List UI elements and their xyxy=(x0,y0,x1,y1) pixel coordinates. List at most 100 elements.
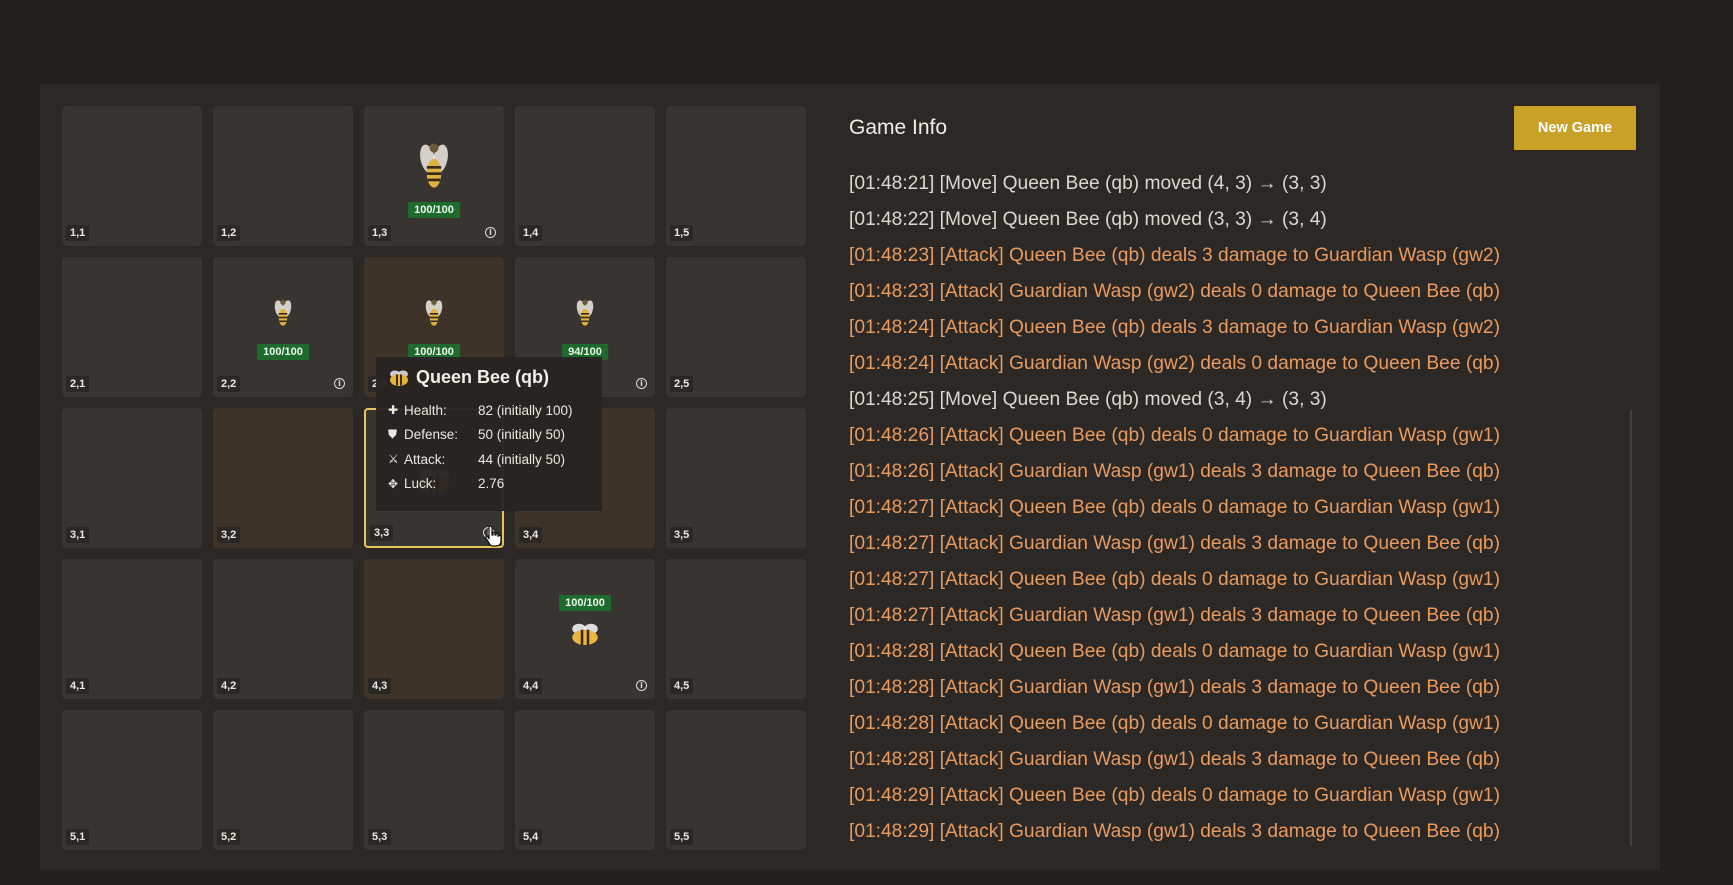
cell-coordinate: 5,3 xyxy=(368,829,392,845)
board-cell[interactable]: 4,1 xyxy=(62,559,202,699)
wasp-icon xyxy=(574,297,596,334)
tooltip-title-row: Queen Bee (qb) xyxy=(388,367,590,388)
tooltip-stat-defense: ⛊ Defense: 50 (initially 50) xyxy=(388,423,590,448)
stat-value: 50 (initially 50) xyxy=(478,427,566,443)
log-scrollbar[interactable] xyxy=(1630,410,1632,846)
log-entry: [01:48:23] [Attack] Guardian Wasp (gw2) … xyxy=(849,281,1500,302)
unit-tooltip: Queen Bee (qb) ✚ Health: 82 (initially 1… xyxy=(376,357,602,511)
move-icon: ✥ xyxy=(388,476,399,491)
tooltip-title: Queen Bee (qb) xyxy=(416,367,550,387)
stat-value: 44 (initially 50) xyxy=(478,451,566,467)
bee-icon xyxy=(568,621,602,652)
bee-icon xyxy=(390,370,408,386)
log-entry: [01:48:29] [Attack] Queen Bee (qb) deals… xyxy=(849,785,1500,806)
sword-icon: ⚔ xyxy=(388,452,399,467)
cell-coordinate: 4,5 xyxy=(670,678,694,694)
board-cell[interactable]: 5,3 xyxy=(364,710,504,850)
cell-coordinate: 4,1 xyxy=(66,678,90,694)
wasp-icon xyxy=(423,297,445,334)
cell-coordinate: 5,5 xyxy=(670,829,694,845)
cell-coordinate: 1,2 xyxy=(217,225,241,241)
board-cell[interactable]: 3,1 xyxy=(62,408,202,548)
board-cell[interactable]: 3,5 xyxy=(666,408,806,548)
cell-coordinate: 2,5 xyxy=(670,376,694,392)
log-entry: [01:48:28] [Attack] Queen Bee (qb) deals… xyxy=(849,713,1500,734)
board-cell[interactable]: 5,2 xyxy=(213,710,353,850)
cell-coordinate: 4,4 xyxy=(519,678,543,694)
log-entry: [01:48:26] [Attack] Guardian Wasp (gw1) … xyxy=(849,461,1500,482)
cell-coordinate: 3,3 xyxy=(370,525,394,541)
cell-coordinate: 3,5 xyxy=(670,527,694,543)
cell-coordinate: 2,1 xyxy=(66,376,90,392)
board-cell[interactable]: 5,5 xyxy=(666,710,806,850)
cell-coordinate: 1,4 xyxy=(519,225,543,241)
log-entry: [01:48:25] [Move] Queen Bee (qb) moved (… xyxy=(849,389,1327,410)
health-badge: 100/100 xyxy=(257,344,309,360)
board-cell[interactable]: 4,5 xyxy=(666,559,806,699)
log-entry: [01:48:24] [Attack] Queen Bee (qb) deals… xyxy=(849,317,1500,338)
log-entry: [01:48:29] [Attack] Guardian Wasp (gw1) … xyxy=(849,821,1500,842)
info-icon[interactable]: i xyxy=(636,378,647,389)
cell-coordinate: 1,1 xyxy=(66,225,90,241)
board-cell[interactable]: 3,2 xyxy=(213,408,353,548)
stat-value: 82 (initially 100) xyxy=(478,402,573,418)
game-info-title: Game Info xyxy=(849,116,948,139)
cell-coordinate: 1,5 xyxy=(670,225,694,241)
board-cell[interactable]: 100/100 i 2,2 xyxy=(213,257,353,397)
log-entry: [01:48:27] [Attack] Guardian Wasp (gw1) … xyxy=(849,605,1500,626)
board-cell[interactable]: 1,5 xyxy=(666,106,806,246)
health-badge: 100/100 xyxy=(559,595,611,611)
board-cell[interactable]: 1,4 xyxy=(515,106,655,246)
log-entry: [01:48:28] [Attack] Guardian Wasp (gw1) … xyxy=(849,677,1500,698)
stat-value: 2.76 xyxy=(478,476,505,492)
cell-coordinate: 5,2 xyxy=(217,829,241,845)
log-entry: [01:48:24] [Attack] Guardian Wasp (gw2) … xyxy=(849,353,1500,374)
cell-coordinate: 4,2 xyxy=(217,678,241,694)
new-game-button[interactable]: New Game xyxy=(1514,106,1636,150)
cell-coordinate: 5,4 xyxy=(519,829,543,845)
stat-label: Health: xyxy=(404,402,447,418)
cell-coordinate: 1,3 xyxy=(368,225,392,241)
board-cell[interactable]: 5,4 xyxy=(515,710,655,850)
stat-label: Luck: xyxy=(404,476,437,492)
plus-icon: ✚ xyxy=(388,403,399,418)
cell-coordinate: 4,3 xyxy=(368,678,392,694)
cell-coordinate: 3,1 xyxy=(66,527,90,543)
board-cell[interactable]: 1,1 xyxy=(62,106,202,246)
health-badge: 100/100 xyxy=(408,202,460,218)
board-cell[interactable]: 4,2 xyxy=(213,559,353,699)
log-entry: [01:48:23] [Attack] Queen Bee (qb) deals… xyxy=(849,245,1500,266)
log-entry: [01:48:27] [Attack] Guardian Wasp (gw1) … xyxy=(849,533,1500,554)
board-cell[interactable]: 2,5 xyxy=(666,257,806,397)
hand-cursor-icon xyxy=(485,525,502,547)
wasp-icon xyxy=(416,138,452,199)
tooltip-stat-attack: ⚔ Attack: 44 (initially 50) xyxy=(388,447,590,472)
log-entry: [01:48:21] [Move] Queen Bee (qb) moved (… xyxy=(849,173,1327,194)
board-cell[interactable]: 5,1 xyxy=(62,710,202,850)
log-entry: [01:48:26] [Attack] Queen Bee (qb) deals… xyxy=(849,425,1500,446)
shield-icon: ⛊ xyxy=(388,427,398,442)
log-entry: [01:48:22] [Move] Queen Bee (qb) moved (… xyxy=(849,209,1327,230)
wasp-icon xyxy=(272,297,294,334)
log-entry: [01:48:28] [Attack] Guardian Wasp (gw1) … xyxy=(849,749,1500,770)
cell-coordinate: 3,4 xyxy=(519,527,543,543)
board-cell[interactable]: 100/100 i 1,3 xyxy=(364,106,504,246)
cell-coordinate: 5,1 xyxy=(66,829,90,845)
board-cell[interactable]: 4,3 xyxy=(364,559,504,699)
cell-coordinate: 3,2 xyxy=(217,527,241,543)
cell-coordinate: 2,2 xyxy=(217,376,241,392)
log-entry: [01:48:28] [Attack] Queen Bee (qb) deals… xyxy=(849,641,1500,662)
info-icon[interactable]: i xyxy=(485,227,496,238)
log-entry: [01:48:27] [Attack] Queen Bee (qb) deals… xyxy=(849,569,1500,590)
board-cell[interactable]: 1,2 xyxy=(213,106,353,246)
event-log: [01:48:21] [Move] Queen Bee (qb) moved (… xyxy=(849,166,1569,850)
log-entry: [01:48:27] [Attack] Queen Bee (qb) deals… xyxy=(849,497,1500,518)
board-cell[interactable]: 2,1 xyxy=(62,257,202,397)
info-icon[interactable]: i xyxy=(636,680,647,691)
tooltip-stat-luck: ✥ Luck: 2.76 xyxy=(388,472,590,497)
stat-label: Attack: xyxy=(404,451,446,467)
tooltip-stat-health: ✚ Health: 82 (initially 100) xyxy=(388,398,590,423)
info-icon[interactable]: i xyxy=(334,378,345,389)
stat-label: Defense: xyxy=(404,427,459,443)
board-cell[interactable]: 100/100 i 4,4 xyxy=(515,559,655,699)
